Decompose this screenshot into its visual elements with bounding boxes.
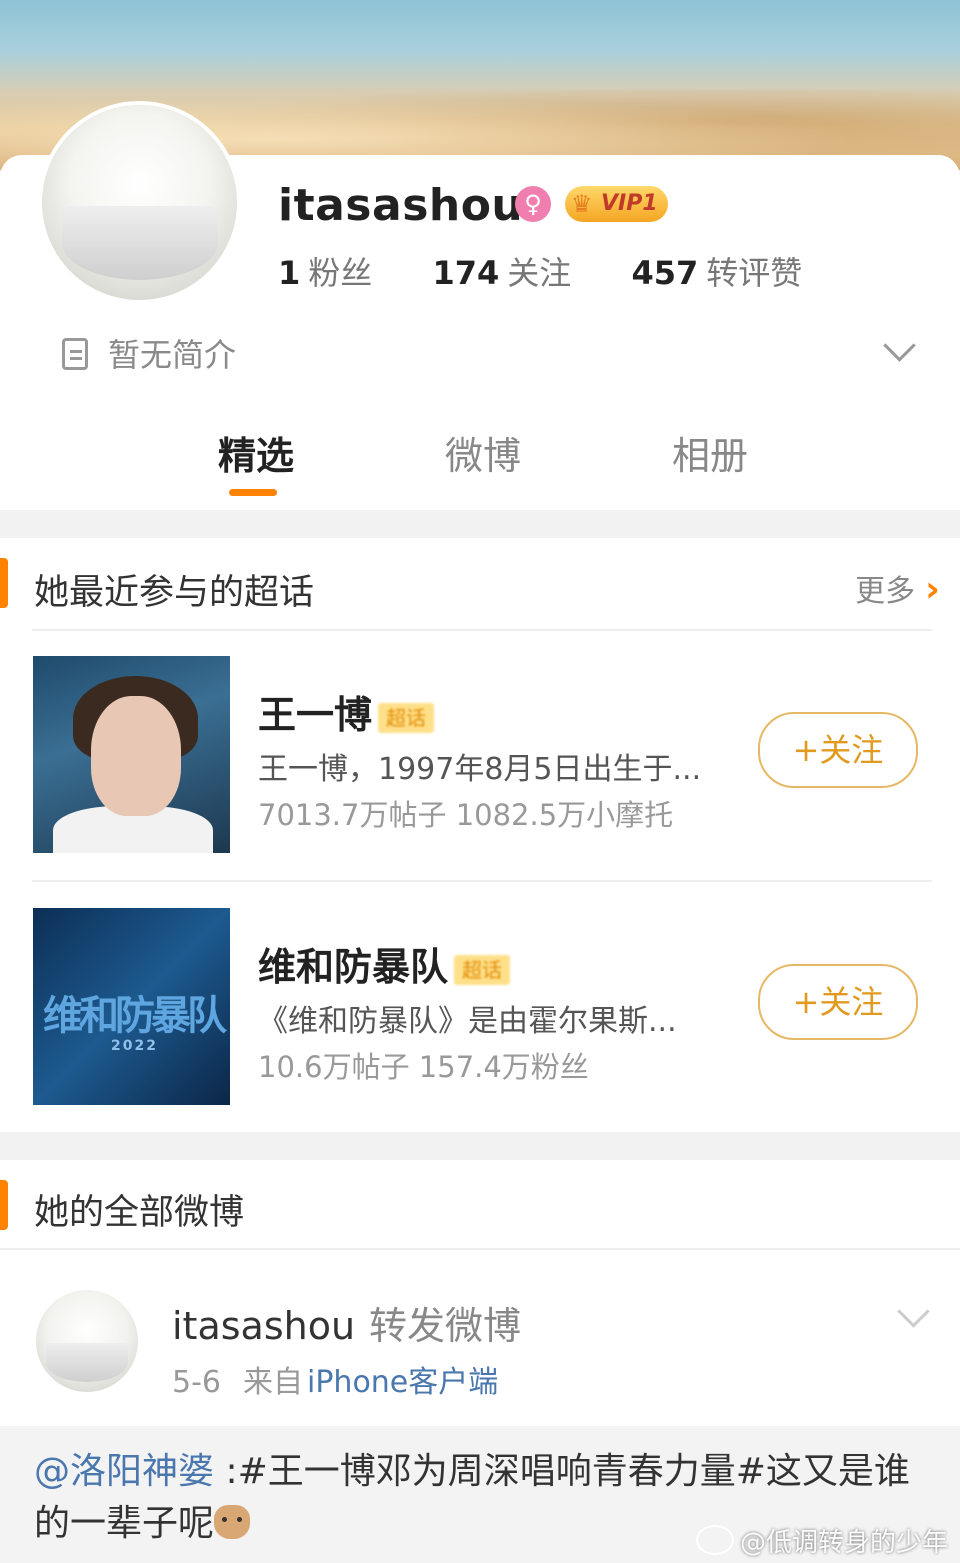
section-accent-bar xyxy=(0,1180,8,1230)
super-topic-tag: 超话 xyxy=(454,954,511,985)
stat-followers[interactable]: 1 粉丝 xyxy=(278,248,372,294)
follow-button[interactable]: +关注 xyxy=(758,712,918,788)
divider xyxy=(32,629,932,631)
all-posts-section: 她的全部微博 itasashou 转发微博 5-6 来自 iPhone客户端 @洛阳神… xyxy=(0,1160,960,1563)
topic-cover-image[interactable]: 维和防暴队 2022 xyxy=(33,908,230,1105)
stat-label: 关注 xyxy=(507,254,572,292)
poster-title: 维和防暴队 xyxy=(43,993,227,1039)
vip-badge[interactable]: ♛ VIP1 xyxy=(565,186,668,222)
topic-meta: 10.6万帖子 157.4万粉丝 xyxy=(258,1050,589,1084)
female-icon: ♀ xyxy=(515,186,551,222)
bio-text: 暂无简介 xyxy=(108,336,237,374)
watermark-text: @低调转身的少年 xyxy=(739,1528,948,1558)
topic-name[interactable]: 王一博 超话 xyxy=(258,684,435,739)
crown-icon: ♛ xyxy=(571,190,593,218)
tab-album[interactable]: 相册 xyxy=(672,425,748,480)
chevron-down-icon[interactable] xyxy=(897,1295,930,1328)
post-header: itasashou 转发微博 xyxy=(172,1295,521,1350)
stat-number: 457 xyxy=(631,254,699,292)
post-avatar[interactable] xyxy=(36,1290,138,1392)
divider xyxy=(32,880,932,882)
stat-label: 粉丝 xyxy=(308,254,373,292)
profile-tabs: 精选 微博 相册 xyxy=(0,425,960,505)
stat-number: 174 xyxy=(432,254,500,292)
chevron-right-icon: › xyxy=(925,569,940,610)
super-topics-section: 她最近参与的超话 更多 › 王一博 超话 王一博，1997年8月5日出生于... 7… xyxy=(0,538,960,1132)
more-label: 更多 xyxy=(855,574,916,609)
section-title: 她的全部微博 xyxy=(34,1193,245,1233)
cat-emoji-icon xyxy=(214,1505,251,1539)
stat-label: 转评赞 xyxy=(706,254,803,292)
post-date: 5-6 xyxy=(172,1365,221,1400)
stat-interactions[interactable]: 457 转评赞 xyxy=(631,248,802,294)
topic-meta: 7013.7万帖子 1082.5万小摩托 xyxy=(258,798,674,832)
section-title: 她最近参与的超话 xyxy=(34,573,315,613)
stat-number: 1 xyxy=(278,254,301,292)
section-accent-bar xyxy=(0,558,8,608)
post-username[interactable]: itasashou xyxy=(172,1304,355,1348)
weibo-logo-icon xyxy=(695,1525,734,1555)
profile-bio[interactable]: 暂无简介 xyxy=(62,330,236,376)
follow-button[interactable]: +关注 xyxy=(758,964,918,1040)
figure-face xyxy=(91,696,181,816)
watermark: @低调转身的少年 xyxy=(695,1522,948,1559)
profile-avatar[interactable] xyxy=(42,105,237,300)
topic-cover-image[interactable] xyxy=(33,656,230,853)
topic-description: 《维和防暴队》是由霍尔果斯... xyxy=(258,1004,677,1039)
stat-following[interactable]: 174 关注 xyxy=(432,248,571,294)
mention-link[interactable]: @洛阳神婆 xyxy=(34,1451,214,1492)
active-tab-indicator xyxy=(229,489,277,496)
rice-bowl-image xyxy=(46,1343,128,1382)
vip-label: VIP1 xyxy=(601,191,658,216)
document-icon xyxy=(62,338,88,370)
topic-description: 王一博，1997年8月5日出生于... xyxy=(258,752,702,787)
post-source-prefix: 来自 xyxy=(243,1365,303,1400)
profile-stats: 1 粉丝 174 关注 457 转评赞 xyxy=(278,248,852,294)
topic-name-text: 维和防暴队 xyxy=(258,945,449,989)
poster-year: 2022 xyxy=(111,1038,158,1054)
rice-bowl-image xyxy=(61,206,218,281)
super-topic-tag: 超话 xyxy=(378,702,435,733)
tab-featured[interactable]: 精选 xyxy=(218,425,294,480)
more-link[interactable]: 更多 › xyxy=(855,566,940,610)
divider xyxy=(0,1248,960,1250)
tab-weibo[interactable]: 微博 xyxy=(445,425,521,480)
post-meta: 5-6 来自 iPhone客户端 xyxy=(172,1357,498,1401)
topic-name-text: 王一博 xyxy=(258,693,373,737)
post-source[interactable]: iPhone客户端 xyxy=(307,1365,498,1400)
profile-username: itasashou xyxy=(278,180,524,231)
topic-name[interactable]: 维和防暴队 超话 xyxy=(258,936,511,991)
post-action: 转发微博 xyxy=(369,1304,522,1348)
